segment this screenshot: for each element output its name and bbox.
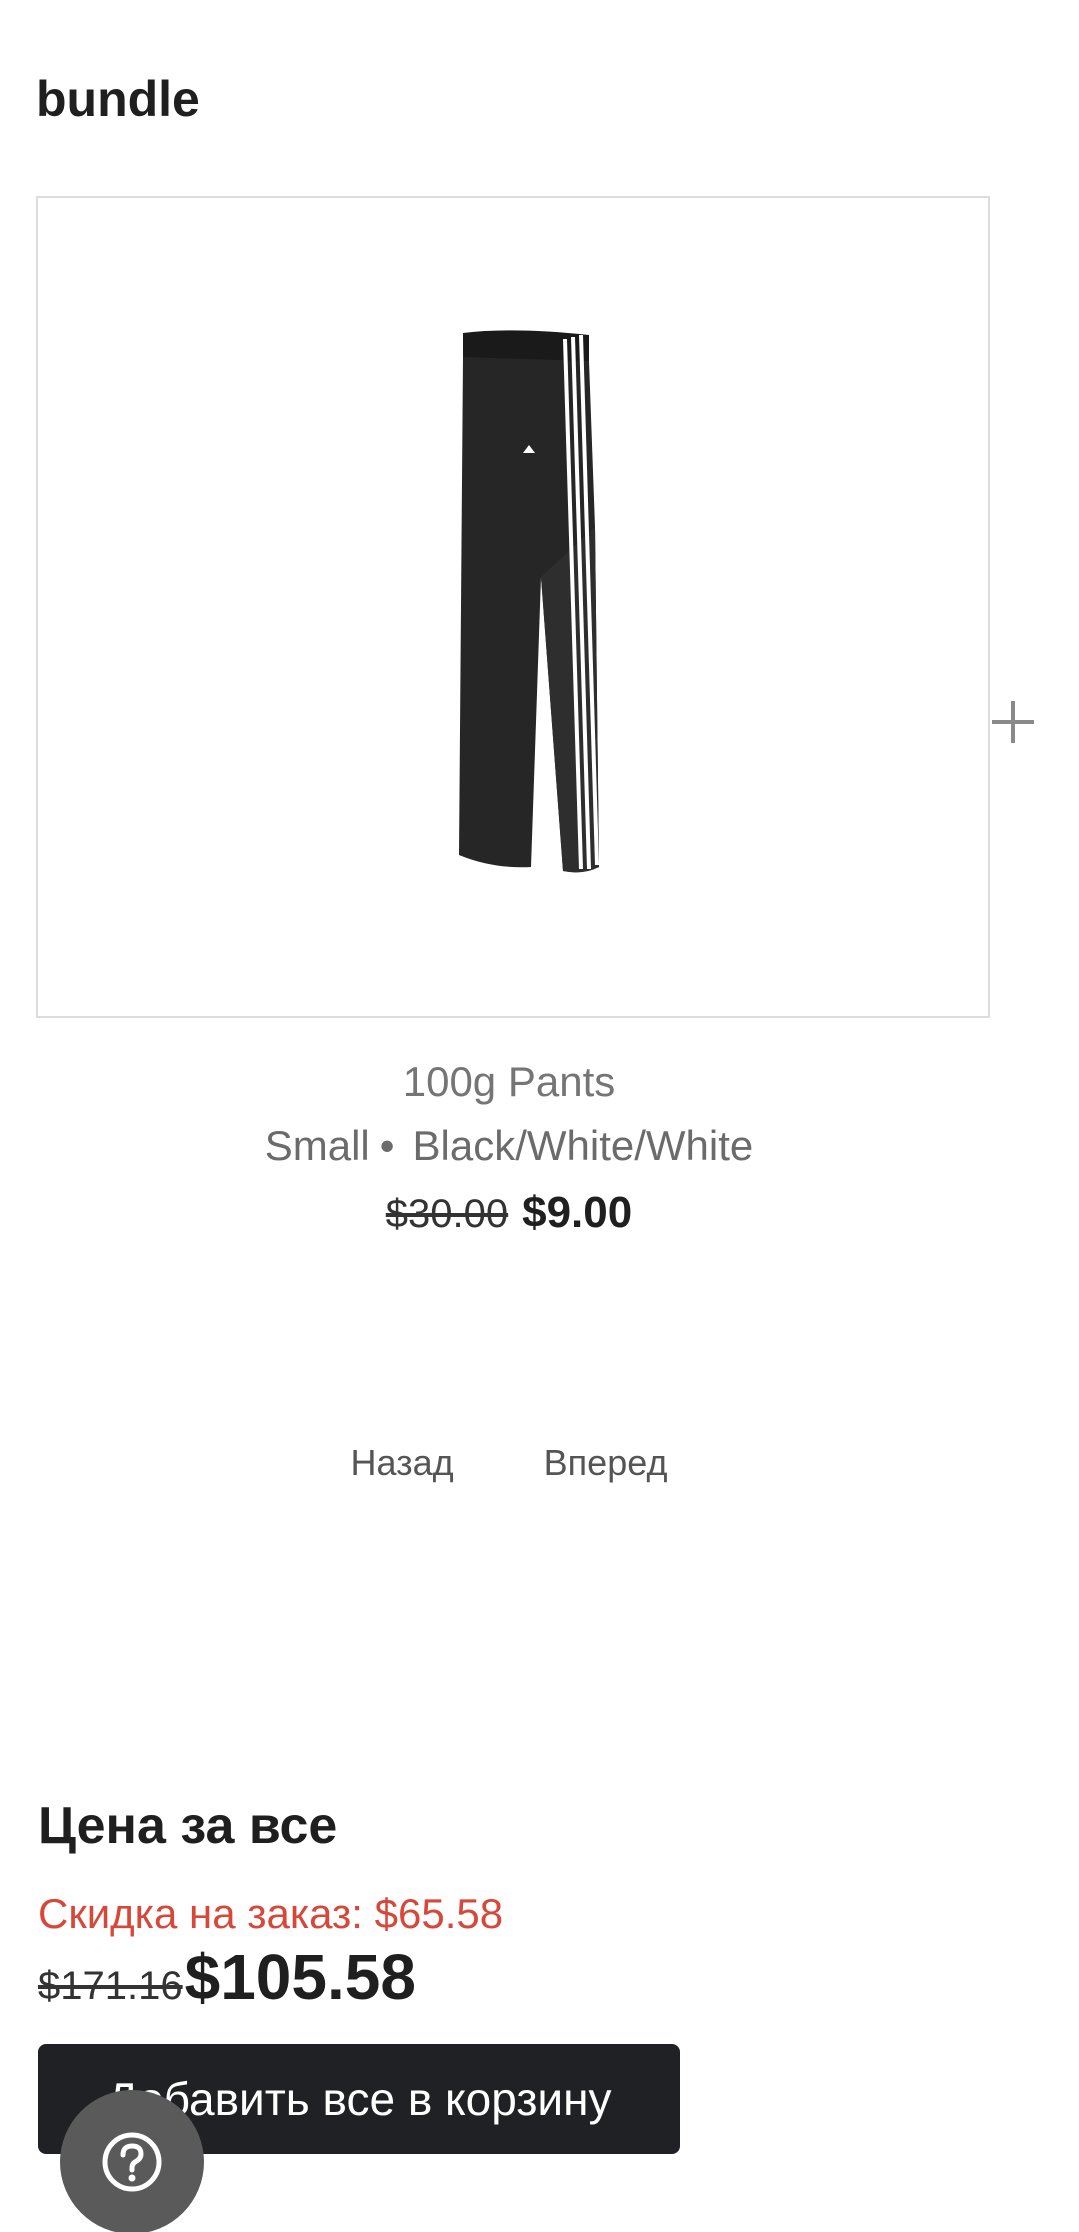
- question-icon: [102, 2132, 162, 2192]
- track-pants-image[interactable]: [38, 198, 988, 1016]
- variant-separator: •: [379, 1122, 395, 1169]
- product-name[interactable]: 100g Pants: [0, 1058, 1018, 1106]
- help-button[interactable]: [60, 2090, 204, 2232]
- section-title: bundle: [36, 71, 200, 127]
- total-price: $171.16$105.58: [38, 1940, 416, 2014]
- carousel-pager: Назад Вперед: [0, 1442, 1018, 1484]
- forward-button[interactable]: Вперед: [544, 1442, 668, 1484]
- product-variant: Small • Black/White/White: [0, 1122, 1018, 1170]
- variant-size: Small: [264, 1122, 370, 1169]
- product-new-price: $9.00: [522, 1188, 633, 1237]
- product-card[interactable]: [36, 196, 990, 1018]
- total-old-price: $171.16: [38, 1964, 183, 2008]
- product-old-price: $30.00: [385, 1192, 509, 1236]
- back-button[interactable]: Назад: [351, 1442, 454, 1484]
- plus-icon[interactable]: [988, 692, 1038, 752]
- bundle-page: bundle 100g Pants Small • Black/White/Wh…: [0, 0, 1079, 2232]
- total-title: Цена за все: [38, 1797, 338, 1855]
- order-discount: Скидка на заказ: $65.58: [38, 1890, 504, 1937]
- product-price: $30.00 $9.00: [0, 1188, 1018, 1238]
- variant-color: Black/White/White: [412, 1122, 754, 1169]
- total-new-price: $105.58: [184, 1941, 416, 2013]
